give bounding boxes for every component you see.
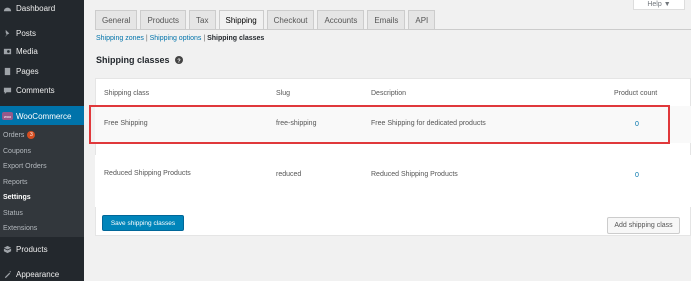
submenu-item-export-orders[interactable]: Export Orders (3, 163, 47, 170)
sidebar-item-label: WooCommerce (16, 111, 72, 121)
media-icon (2, 46, 12, 56)
sidebar-item-label: Pages (16, 66, 39, 76)
sidebar-item-pages[interactable]: Pages (0, 61, 84, 81)
help-button[interactable]: Help ▼ (633, 0, 685, 10)
column-header-slug: Slug (276, 90, 291, 97)
sidebar-item-media[interactable]: Media (0, 41, 84, 61)
column-header-product-count: Product count (614, 90, 658, 97)
subnav-separator: | (203, 35, 206, 42)
sidebar-item-label: Comments (16, 85, 55, 95)
subnav-separator: | (145, 35, 148, 42)
tab-general[interactable]: General (95, 10, 138, 29)
tab-products[interactable]: Products (140, 10, 187, 29)
tab-accounts[interactable]: Accounts (317, 10, 365, 29)
submenu-item-reports[interactable]: Reports (3, 179, 28, 186)
save-shipping-classes-button[interactable]: Save shipping classes (102, 215, 184, 231)
sidebar-item-label: Dashboard (16, 3, 56, 13)
product-count-link[interactable]: 0 (635, 172, 639, 179)
sidebar-item-woocommerce[interactable]: woo WooCommerce (0, 106, 84, 126)
orders-count-badge: 3 (27, 131, 36, 139)
svg-text:?: ? (177, 58, 181, 64)
submenu-item-coupons[interactable]: Coupons (3, 148, 31, 155)
woocommerce-icon: woo (2, 112, 13, 120)
table-row[interactable] (95, 155, 691, 207)
pin-icon (2, 28, 12, 38)
submenu-item-orders[interactable]: Orders 3 (3, 131, 36, 139)
tab-tax[interactable]: Tax (189, 10, 216, 29)
shipping-class-description: Reduced Shipping Products (371, 171, 458, 178)
admin-sidebar: Dashboard Posts Media Pages Comments woo… (0, 0, 84, 281)
sidebar-item-label: Posts (16, 28, 37, 38)
submenu-item-settings[interactable]: Settings (3, 194, 31, 201)
tab-emails[interactable]: Emails (367, 10, 406, 29)
submenu-item-extensions[interactable]: Extensions (3, 225, 37, 232)
tabs-divider (95, 29, 691, 30)
sidebar-item-appearance[interactable]: Appearance (0, 264, 84, 281)
settings-tabs: General Products Tax Shipping Checkout A… (95, 10, 438, 29)
help-tip-icon[interactable]: ? (174, 56, 183, 64)
sidebar-item-comments[interactable]: Comments (0, 80, 84, 100)
sidebar-item-dashboard[interactable]: Dashboard (0, 0, 84, 18)
sidebar-item-products[interactable]: Products (0, 239, 84, 259)
shipping-subnav: Shipping zones | Shipping options | Ship… (96, 35, 264, 42)
shipping-class-name: Reduced Shipping Products (104, 170, 191, 177)
submenu-item-status[interactable]: Status (3, 210, 23, 217)
subnav-shipping-classes[interactable]: Shipping classes (207, 35, 264, 42)
sidebar-item-label: Appearance (16, 269, 60, 279)
pages-icon (2, 66, 12, 76)
comments-icon (2, 85, 12, 95)
page-title: Shipping classes ? (96, 55, 183, 65)
dashboard-icon (2, 3, 12, 13)
subnav-shipping-zones[interactable]: Shipping zones (96, 35, 144, 42)
column-header-shipping-class: Shipping class (104, 90, 150, 97)
highlight-box (89, 105, 670, 144)
column-header-description: Description (371, 90, 407, 97)
sidebar-item-posts[interactable]: Posts (0, 23, 84, 43)
appearance-icon (2, 269, 12, 279)
add-shipping-class-button[interactable]: Add shipping class (607, 217, 680, 234)
shipping-class-slug: reduced (276, 171, 302, 178)
subnav-shipping-options[interactable]: Shipping options (150, 35, 202, 42)
sidebar-item-label: Media (16, 46, 38, 56)
tab-checkout[interactable]: Checkout (266, 10, 315, 29)
woocommerce-submenu: Orders 3 Coupons Export Orders Reports Se… (0, 125, 84, 237)
products-icon (2, 244, 12, 254)
tab-shipping[interactable]: Shipping (218, 10, 264, 29)
sidebar-item-label: Products (16, 244, 48, 254)
tab-api[interactable]: API (408, 10, 436, 29)
